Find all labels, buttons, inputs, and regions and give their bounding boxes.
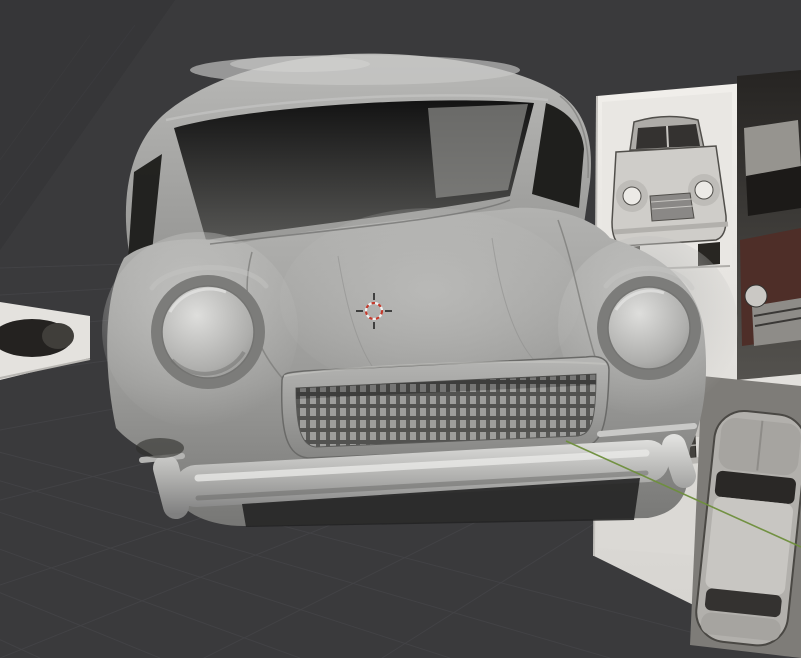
reference-left-photo-detail [42, 323, 74, 349]
viewport-canvas[interactable] [0, 0, 801, 658]
headlight-right [597, 276, 701, 380]
headlight-left [151, 275, 265, 389]
reference-photo-dark-view [737, 70, 801, 380]
grille [280, 355, 610, 459]
reference-photo-top-view [690, 376, 801, 658]
roof-highlight-bright [230, 56, 370, 72]
viewport-window [0, 0, 801, 658]
fender-left-shadow [136, 438, 184, 458]
